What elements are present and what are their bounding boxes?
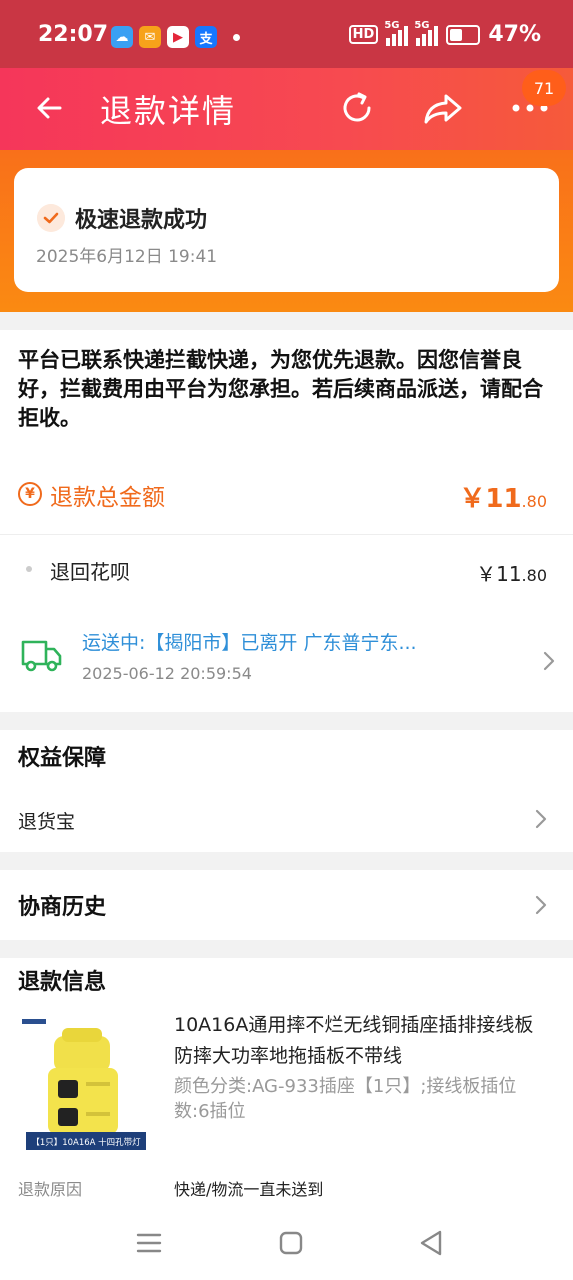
system-nav-bar — [0, 1208, 573, 1280]
yen-icon: ¥ — [18, 482, 42, 506]
signal-icon-2: 5G — [414, 20, 439, 46]
refund-total-label: 退款总金额 — [50, 485, 165, 511]
return-insurance-item[interactable]: 退货宝 — [18, 807, 75, 834]
cloud-app-icon: ☁ — [111, 26, 133, 48]
battery-icon — [446, 24, 481, 45]
app-header: 退款详情 71 — [0, 68, 573, 150]
bullet-dot — [26, 566, 32, 572]
battery-percent: 47% — [488, 22, 541, 47]
alipay-icon: 支 — [195, 26, 217, 48]
chevron-right-icon[interactable] — [534, 894, 548, 916]
refund-info-title: 退款信息 — [18, 970, 107, 995]
divider — [0, 534, 573, 535]
page-title: 退款详情 — [100, 92, 237, 130]
refund-status-card: 极速退款成功 2025年6月12日 19:41 — [14, 168, 559, 292]
hd-icon: HD — [348, 25, 379, 44]
refund-status-date: 2025年6月12日 19:41 — [36, 247, 218, 267]
menu-icon[interactable] — [134, 1228, 164, 1258]
system-indicators: HD 5G 5G 47% — [348, 20, 541, 47]
shipping-time: 2025-06-12 20:59:54 — [82, 664, 252, 683]
video-app-icon: ▶ — [167, 26, 189, 48]
notification-icons: ☁ ✉ ▶ 支 — [111, 26, 240, 48]
back-arrow-icon[interactable] — [28, 86, 72, 130]
product-image[interactable]: 【1只】10A16A 十四孔带灯 — [18, 1016, 150, 1152]
negotiation-history-row[interactable]: 协商历史 — [0, 870, 573, 940]
truck-icon — [21, 640, 62, 672]
share-icon[interactable] — [418, 86, 468, 130]
product-name[interactable]: 10A16A通用摔不烂无线铜插座插排接线板防摔大功率地拖插板不带线 — [174, 1010, 544, 1072]
rights-section: 权益保障 退货宝 — [0, 730, 573, 852]
refund-info-section: 退款信息 【1只】10A16A 十四孔带灯 10A16A通用摔不烂无线铜插座插排… — [0, 958, 573, 1208]
check-icon — [37, 204, 65, 232]
rights-title: 权益保障 — [18, 746, 107, 771]
clock: 22:07 — [38, 22, 109, 47]
refund-detail-section: 平台已联系快递拦截快递，为您优先退款。因您信誉良好，拦截费用由平台为您承担。若后… — [0, 330, 573, 712]
shipping-status-link[interactable]: 运送中:【揭阳市】已离开 广东普宁东... — [82, 628, 417, 655]
refund-status: 极速退款成功 — [75, 208, 208, 233]
shopping-app-icon: ✉ — [139, 26, 161, 48]
signal-icon: 5G — [384, 20, 409, 46]
more-notifications-dot — [233, 33, 240, 41]
product-spec: 颜色分类:AG-933插座【1只】;接线板插位数:6插位 — [174, 1076, 517, 1122]
home-icon[interactable] — [276, 1228, 306, 1258]
chevron-right-icon[interactable] — [534, 808, 548, 830]
refund-destination-amount: ￥11.80 — [476, 562, 547, 586]
back-triangle-icon[interactable] — [416, 1228, 446, 1258]
history-title: 协商历史 — [18, 895, 107, 920]
chevron-right-icon[interactable] — [542, 650, 556, 672]
refund-reason-value: 快递/物流一直未送到 — [174, 1180, 324, 1199]
refund-destination-label: 退回花呗 — [50, 560, 130, 584]
refund-total-amount: ￥11.80 — [459, 484, 547, 514]
refund-reason-label: 退款原因 — [18, 1180, 83, 1199]
message-badge: 71 — [522, 70, 566, 106]
status-bar: 22:07 ☁ ✉ ▶ 支 HD 5G 5G 47% — [0, 0, 573, 68]
refresh-icon[interactable] — [335, 86, 379, 130]
svg-text:【1只】10A16A 十四孔带灯: 【1只】10A16A 十四孔带灯 — [31, 1137, 141, 1148]
intercept-notice: 平台已联系快递拦截快递，为您优先退款。因您信誉良好，拦截费用由平台为您承担。若后… — [18, 348, 543, 430]
